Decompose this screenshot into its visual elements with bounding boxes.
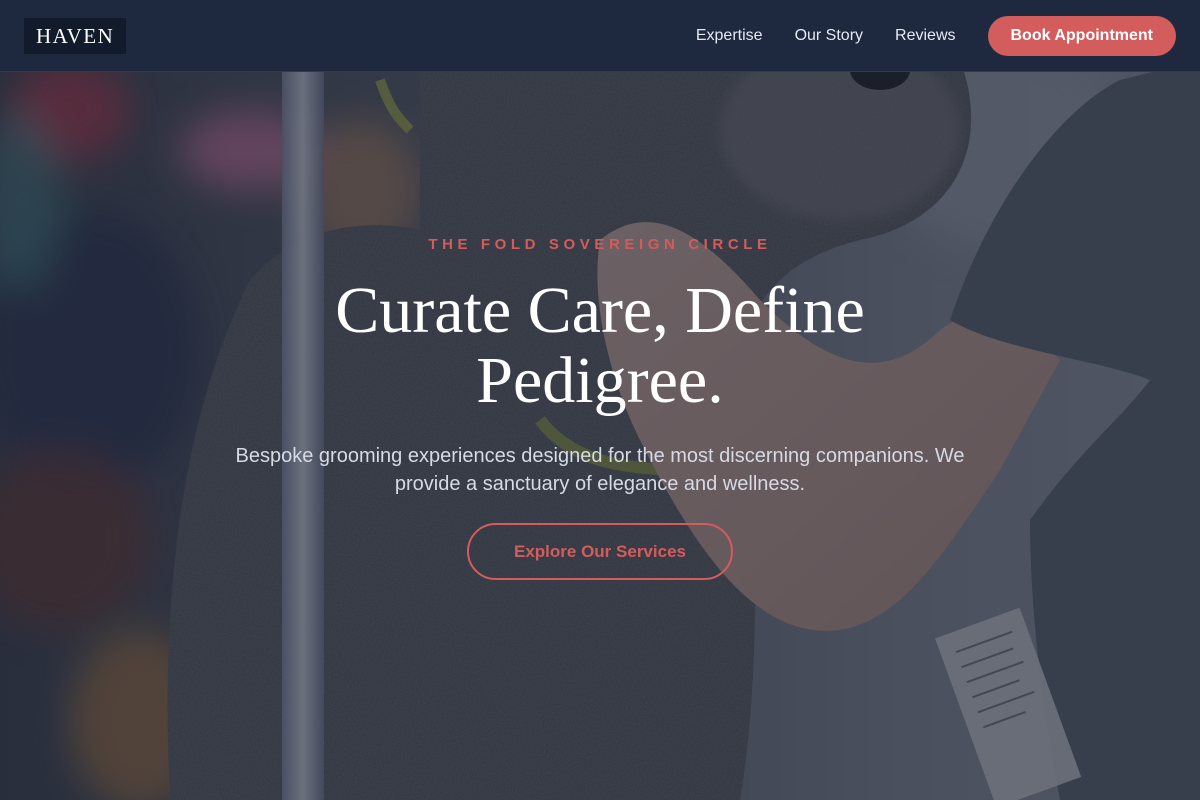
nav-link-our-story[interactable]: Our Story [795,27,863,45]
brand-logo[interactable]: HAVEN [24,18,127,54]
nav-links: Expertise Our Story Reviews Book Appoint… [696,0,1176,72]
nav-link-reviews[interactable]: Reviews [895,27,955,45]
top-navbar: HAVEN Expertise Our Story Reviews Book A… [0,0,1200,72]
explore-services-button[interactable]: Explore Our Services [467,523,733,580]
hero-eyebrow: THE FOLD SOVEREIGN CIRCLE [428,236,772,253]
hero-title: Curate Care, Define Pedigree. [335,274,865,417]
hero-subtitle: Bespoke grooming experiences designed fo… [235,445,965,495]
landing-page: HAVEN Expertise Our Story Reviews Book A… [0,0,1200,800]
book-appointment-button[interactable]: Book Appointment [987,16,1176,56]
nav-link-expertise[interactable]: Expertise [696,27,763,45]
hero-section: THE FOLD SOVEREIGN CIRCLE Curate Care, D… [0,0,1200,800]
